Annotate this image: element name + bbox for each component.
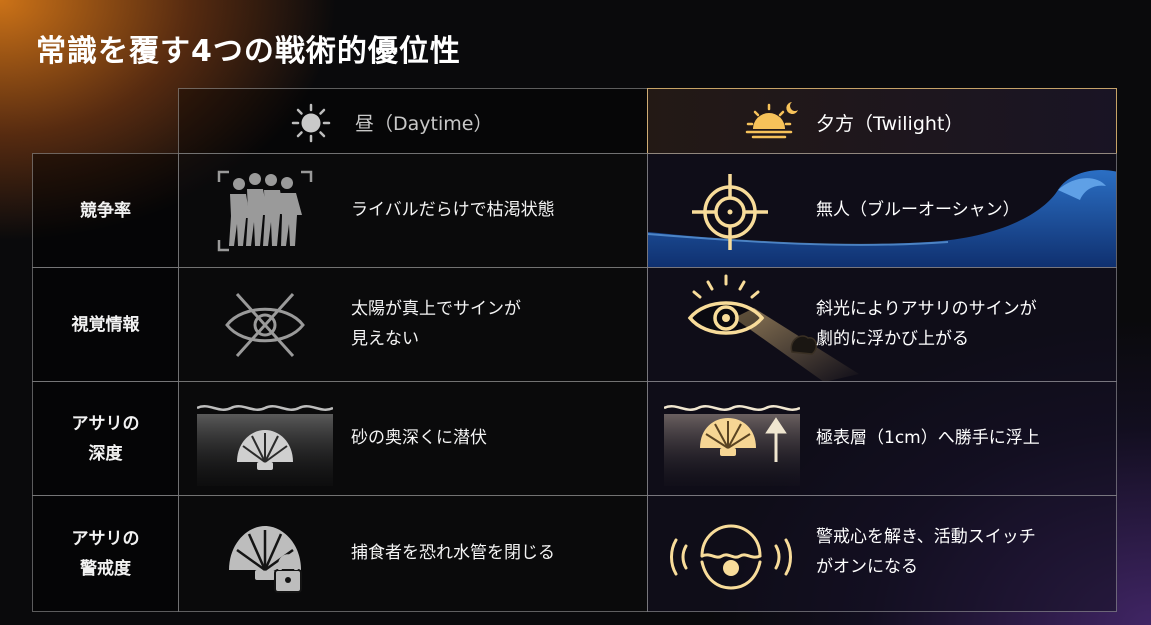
row-label-competition: 競争率 xyxy=(32,153,179,268)
day-cell-visual: 太陽が真上でサインが 見えない xyxy=(178,267,648,382)
header-twilight-label: 夕方（Twilight） xyxy=(816,113,964,135)
text-line: 警戒心を解き、活動スイッチ xyxy=(816,527,1036,547)
text-line: 劇的に浮かび上がる xyxy=(816,329,969,349)
shell-rising-icon xyxy=(664,405,800,486)
row-label-depth: アサリの 深度 xyxy=(32,381,179,496)
sunset-moon-icon xyxy=(745,102,798,139)
day-text-visual: 太陽が真上でサインが 見えない xyxy=(351,294,521,354)
text-line: がオンになる xyxy=(816,557,918,577)
twilight-cell-competition: 無人（ブルーオーシャン） xyxy=(647,153,1117,268)
shell-open-pearl-icon xyxy=(670,524,792,590)
eye-crossed-icon xyxy=(225,292,305,358)
crosshair-icon xyxy=(692,174,768,250)
day-cell-depth: 砂の奥深くに潜伏 xyxy=(178,381,648,496)
twilight-text-competition: 無人（ブルーオーシャン） xyxy=(816,195,1020,225)
day-cell-alertness: 捕食者を恐れ水管を閉じる xyxy=(178,495,648,612)
crowd-icon xyxy=(217,170,313,252)
shell-lock-icon xyxy=(229,526,302,593)
text-line: 極表層（1cm）へ勝手に浮上 xyxy=(816,428,1040,448)
text-line: 見えない xyxy=(351,329,419,349)
day-text-alertness: 捕食者を恐れ水管を閉じる xyxy=(351,538,555,568)
row-label-visual: 視覚情報 xyxy=(32,267,179,382)
text-line: 砂の奥深くに潜伏 xyxy=(351,428,487,448)
text-line: 無人（ブルーオーシャン） xyxy=(816,200,1020,220)
row-label-line: アサリの xyxy=(71,528,140,549)
text-line: 斜光によりアサリのサインが xyxy=(816,299,1037,319)
day-text-competition: ライバルだらけで枯渇状態 xyxy=(351,195,555,225)
twilight-text-visual: 斜光によりアサリのサインが 劇的に浮かび上がる xyxy=(816,294,1037,354)
header-daytime-label: 昼（Daytime） xyxy=(355,113,493,135)
text-line: 太陽が真上でサインが xyxy=(351,299,521,319)
text-line: 捕食者を恐れ水管を閉じる xyxy=(351,543,555,563)
row-label-alertness: アサリの 警戒度 xyxy=(32,495,179,612)
row-label-line: アサリの xyxy=(71,413,140,434)
day-cell-competition: ライバルだらけで枯渇状態 xyxy=(178,153,648,268)
twilight-cell-visual: 斜光によりアサリのサインが 劇的に浮かび上がる xyxy=(647,267,1117,382)
row-label-line: 警戒度 xyxy=(80,558,131,579)
twilight-text-alertness: 警戒心を解き、活動スイッチ がオンになる xyxy=(816,522,1036,582)
shell-buried-icon xyxy=(197,405,333,486)
row-label-line: 深度 xyxy=(88,443,123,464)
row-label-line: 視覚情報 xyxy=(71,314,140,335)
twilight-cell-alertness: 警戒心を解き、活動スイッチ がオンになる xyxy=(647,495,1117,612)
header-twilight: 夕方（Twilight） xyxy=(647,88,1117,154)
comparison-table: 昼（Daytime） 夕方（Twilight） 競争率 ライバルだらけで枯渇状態… xyxy=(32,88,1117,612)
row-label-line: 競争率 xyxy=(80,200,131,221)
day-text-depth: 砂の奥深くに潜伏 xyxy=(351,423,487,453)
page-title: 常識を覆す4つの戦術的優位性 xyxy=(36,34,461,69)
header-daytime: 昼（Daytime） xyxy=(178,88,648,154)
sun-icon xyxy=(291,103,331,143)
text-line: ライバルだらけで枯渇状態 xyxy=(351,200,555,220)
twilight-cell-depth: 極表層（1cm）へ勝手に浮上 xyxy=(647,381,1117,496)
twilight-text-depth: 極表層（1cm）へ勝手に浮上 xyxy=(816,423,1040,453)
